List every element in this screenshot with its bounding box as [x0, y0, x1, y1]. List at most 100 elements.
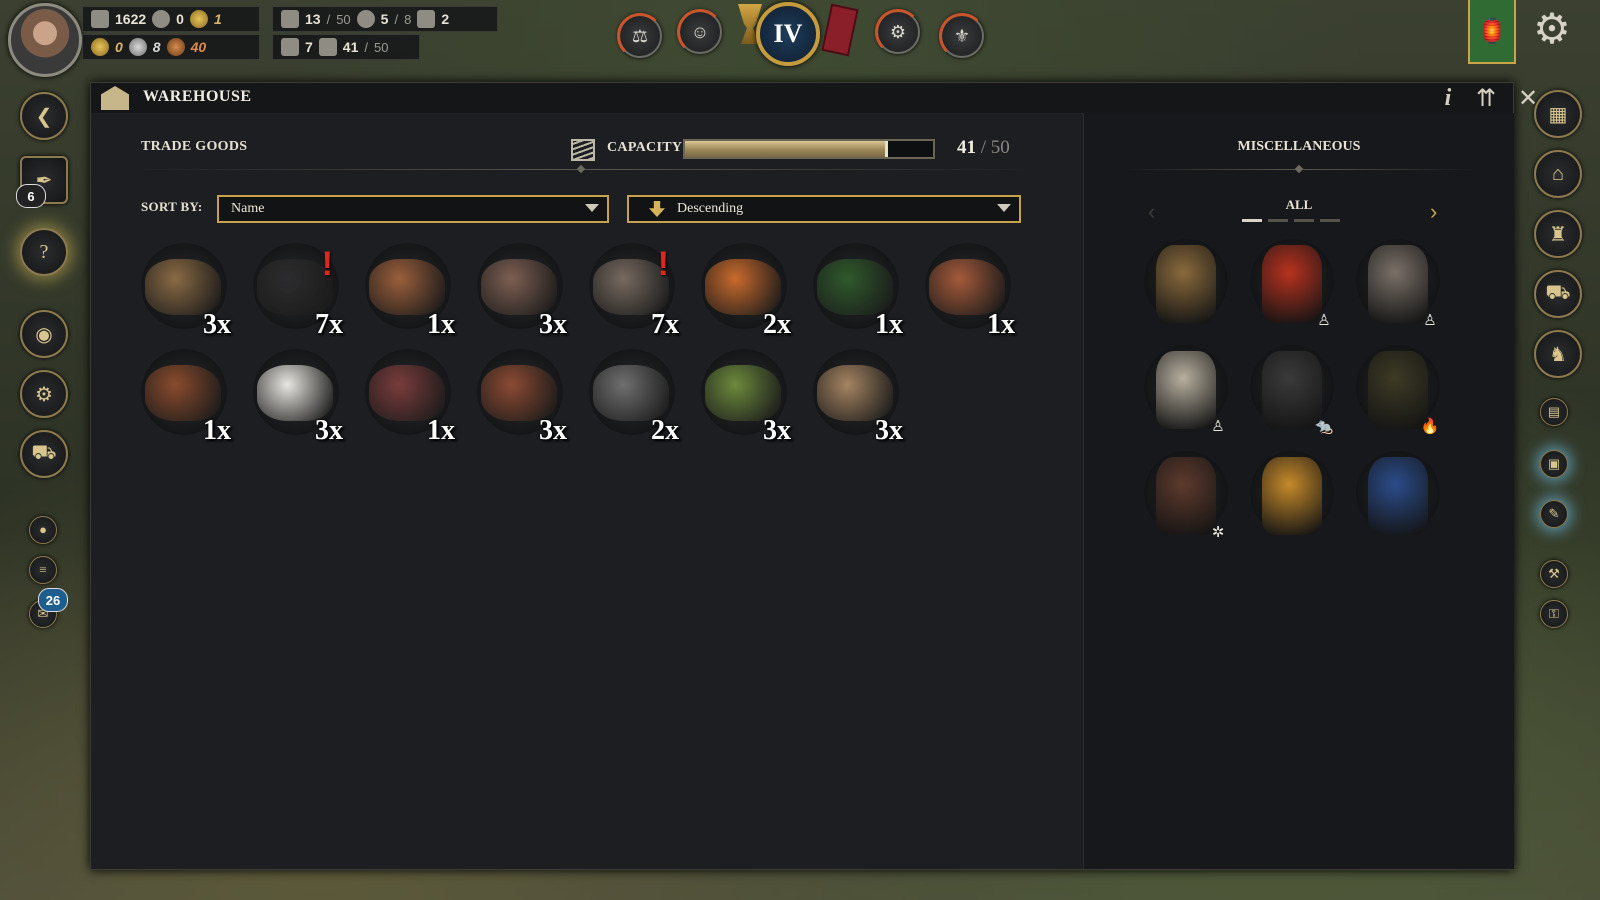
- oil-flask-icon: [1368, 351, 1428, 429]
- trade-good-wine-bottle[interactable]: 1x: [803, 243, 903, 343]
- misc-item-spice-sack[interactable]: [1244, 451, 1340, 547]
- trade-good-iron-ore[interactable]: 7x!: [579, 243, 679, 343]
- logs-icon: [817, 365, 893, 421]
- page-dot[interactable]: [1320, 219, 1340, 222]
- town-icon: ♜: [1549, 223, 1567, 246]
- capacity-value: 41 / 50: [957, 137, 1010, 159]
- info-button[interactable]: i: [1431, 83, 1465, 113]
- rail-edit-button[interactable]: ✎: [1540, 500, 1568, 528]
- vegetables-icon: [705, 365, 781, 421]
- misc-item-heraldic-banner[interactable]: [1350, 451, 1446, 547]
- rail-storage-button[interactable]: ▣: [1540, 450, 1568, 478]
- page-dot[interactable]: [1294, 219, 1314, 222]
- close-button[interactable]: ✕: [1511, 83, 1545, 113]
- copper-coin-icon: [166, 38, 185, 56]
- crown-value: 1: [213, 11, 222, 27]
- item-quantity: 3x: [203, 309, 231, 340]
- back-button[interactable]: ❮: [20, 92, 68, 140]
- leather-icon: [705, 259, 781, 315]
- dominance-value: 0: [176, 11, 184, 27]
- sack-icon: ●: [39, 522, 47, 537]
- rail-tools-button[interactable]: ⚒: [1540, 560, 1568, 588]
- copper-cookware-icon: [369, 259, 445, 315]
- yarn-spool-icon: [593, 365, 669, 421]
- trade-good-logs[interactable]: 3x: [803, 349, 903, 449]
- trade-good-copper-cookware[interactable]: 1x: [355, 243, 455, 343]
- item-quantity: 1x: [875, 309, 903, 340]
- sort-field-select[interactable]: Name: [217, 195, 609, 223]
- misc-item-cauldron[interactable]: 🐀: [1244, 345, 1340, 441]
- rail-stable-button[interactable]: ♞: [1534, 330, 1582, 378]
- capacity-current: 41: [957, 137, 976, 158]
- page-dot[interactable]: [1242, 219, 1262, 222]
- notifications-badge: 26: [38, 588, 68, 612]
- silver-value: 8: [152, 39, 161, 55]
- stack-button[interactable]: ≡: [29, 556, 57, 584]
- chevron-down-icon: [997, 204, 1011, 212]
- trade-good-timber-planks[interactable]: 3x: [467, 243, 567, 343]
- person-icon: ♙: [1317, 311, 1331, 329]
- estates-button[interactable]: ☺: [677, 9, 723, 55]
- fleur-de-lis-button[interactable]: ⚜: [939, 13, 985, 59]
- rail-lock-button[interactable]: ⚿: [1540, 600, 1568, 628]
- cog-button[interactable]: ⚙: [20, 370, 68, 418]
- coin-button[interactable]: ◉: [20, 310, 68, 358]
- upgrade-button[interactable]: ⇈: [1469, 83, 1503, 113]
- trade-good-gems[interactable]: 1x: [355, 349, 455, 449]
- misc-item-plague-mask[interactable]: [1138, 239, 1234, 335]
- barrel-goods-icon: [145, 365, 221, 421]
- dominance-icon: [152, 10, 171, 28]
- next-page-arrow[interactable]: ›: [1430, 199, 1437, 225]
- tab-all[interactable]: ALL: [1084, 197, 1514, 213]
- era-emblem[interactable]: IV: [756, 2, 820, 66]
- rail-trade-button[interactable]: ⛟: [1534, 270, 1582, 318]
- rail-market-button[interactable]: ⌂: [1534, 150, 1582, 198]
- capacity-bar: [683, 139, 935, 159]
- trade-good-leather[interactable]: 2x: [691, 243, 791, 343]
- player-portrait[interactable]: [8, 3, 82, 77]
- sort-order-select[interactable]: Descending: [627, 195, 1021, 223]
- misc-item-saw-blade[interactable]: ✲: [1138, 451, 1234, 547]
- misc-item-chainmail[interactable]: ♙: [1350, 239, 1446, 335]
- item-quantity: 7x: [315, 309, 343, 340]
- trade-good-fur-pelt[interactable]: 3x: [131, 243, 231, 343]
- misc-item-red-tunic[interactable]: ♙: [1244, 239, 1340, 335]
- lantern-button[interactable]: 🏮: [1468, 0, 1516, 64]
- misc-item-linen-shirt[interactable]: ♙: [1138, 345, 1234, 441]
- trade-good-vegetables[interactable]: 3x: [691, 349, 791, 449]
- tools-icon: ⚒: [1548, 566, 1560, 581]
- item-quantity: 3x: [315, 415, 343, 446]
- trade-good-barrel-goods[interactable]: 1x: [131, 349, 231, 449]
- quests-badge: 6: [16, 184, 46, 208]
- ledger-icon: ▤: [1547, 404, 1561, 419]
- codex-button[interactable]: ?: [20, 228, 68, 276]
- trade-good-pottery[interactable]: 1x: [915, 243, 1015, 343]
- book-icon[interactable]: [821, 3, 859, 57]
- item-quantity: 3x: [763, 415, 791, 446]
- rail-town-button[interactable]: ♜: [1534, 210, 1582, 258]
- rail-ledger-button[interactable]: ▤: [1540, 398, 1568, 426]
- storage-icon: [318, 38, 337, 56]
- pottery-icon: [929, 259, 1005, 315]
- trade-good-coal[interactable]: 7x!: [243, 243, 343, 343]
- faith-value: 1622: [115, 11, 147, 27]
- item-quantity: 3x: [539, 309, 567, 340]
- cart-button[interactable]: ⛟: [20, 430, 68, 478]
- page-dot[interactable]: [1268, 219, 1288, 222]
- misc-item-oil-flask[interactable]: 🔥: [1350, 345, 1446, 441]
- settings-gear-icon[interactable]: ⚙: [1530, 8, 1574, 52]
- cog-icon: ⚙: [35, 383, 53, 406]
- top-bar: 1622 0 1 0 8 40 13 / 50 5 / 8 2 7 41 / 5…: [0, 0, 1600, 77]
- trade-good-ham[interactable]: 3x: [467, 349, 567, 449]
- saw-blade-icon: [1156, 457, 1216, 535]
- justice-button[interactable]: ⚖: [617, 13, 663, 59]
- buildings-sep: /: [394, 11, 399, 27]
- sack-button[interactable]: ●: [29, 516, 57, 544]
- household-icon: [281, 38, 299, 56]
- trade-good-yarn-spool[interactable]: 2x: [579, 349, 679, 449]
- storage-sep: /: [364, 39, 368, 55]
- guild-button[interactable]: ⚙: [875, 9, 921, 55]
- era-label: IV: [773, 19, 803, 48]
- trade-good-wool[interactable]: 3x: [243, 349, 343, 449]
- trade-goods-pane: TRADE GOODS CAPACITY 41 / 50 SORT BY: Na…: [91, 113, 1081, 869]
